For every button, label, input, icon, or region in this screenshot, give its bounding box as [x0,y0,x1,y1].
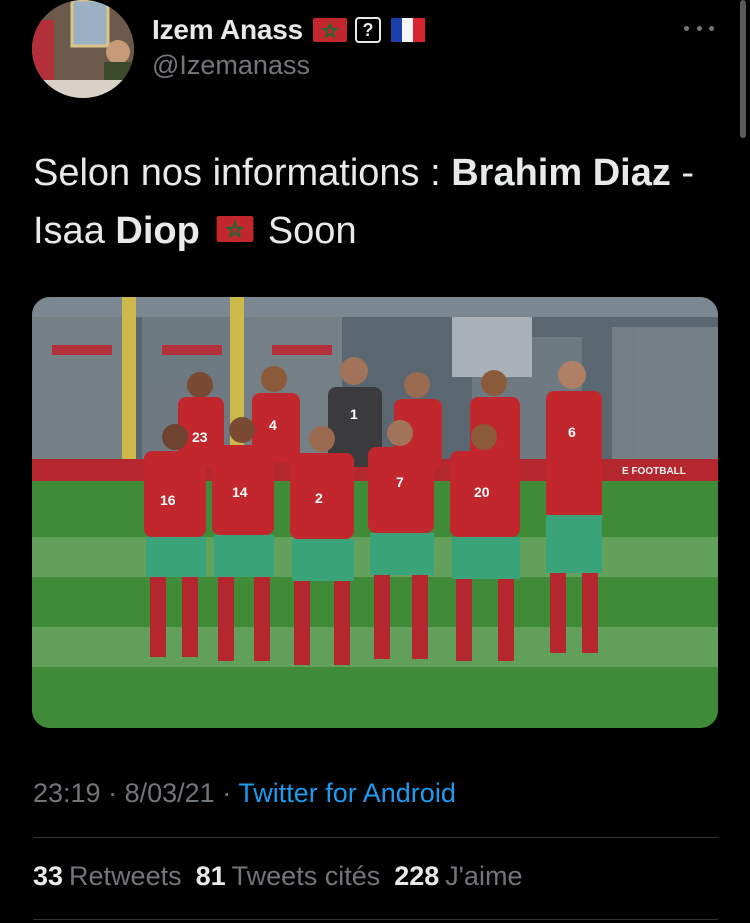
jersey-number: 23 [192,429,208,445]
retweets-label: Retweets [69,861,182,891]
unknown-emoji-icon: ? [355,17,382,43]
scrollbar[interactable] [740,0,746,138]
tweet-text: Selon nos informations : Brahim Diaz - I… [33,144,723,260]
tweet-date[interactable]: 8/03/21 [125,778,215,808]
tweet-suffix: Soon [267,210,357,252]
quotes-label: Tweets cités [231,861,381,891]
name-row: Izem Anass ? [152,12,426,48]
tweet-source-link[interactable]: Twitter for Android [238,778,456,808]
jersey-number: 14 [232,484,248,500]
pitch-board-text: E FOOTBALL [622,466,686,477]
jersey-number: 2 [315,490,323,506]
quotes-count: 81 [195,861,226,891]
morocco-flag-icon [313,18,348,42]
retweets-count: 33 [33,861,64,891]
jersey-number: 1 [350,406,358,422]
handle[interactable]: @Izemanass [152,50,425,81]
likes-stat[interactable]: 228 J'aime [394,861,522,892]
tweet-time[interactable]: 23:19 [33,778,101,808]
more-options-icon[interactable] [684,18,714,38]
retweets-stat[interactable]: 33 Retweets [33,861,182,892]
divider [33,837,718,838]
tweet-name1: Brahim Diaz [451,152,671,194]
likes-label: J'aime [445,861,523,891]
separator: · [222,778,232,808]
avatar[interactable] [32,0,134,98]
jersey-number: 16 [160,492,176,508]
tweet-stats: 33 Retweets 81 Tweets cités 228 J'aime [33,861,522,892]
tweet-name2: Diop [115,210,200,252]
divider [33,919,718,920]
quotes-stat[interactable]: 81 Tweets cités [196,861,381,892]
jersey-number: 7 [396,474,404,490]
jersey-number: 6 [568,424,576,440]
tweet-image[interactable]: E FOOTBALL 23 4 1 6 16 14 2 7 20 [32,297,718,728]
display-name[interactable]: Izem Anass [152,14,303,46]
user-block: Izem Anass ? @Izemanass [152,12,426,81]
jersey-number: 20 [474,484,490,500]
separator: · [108,778,118,808]
morocco-flag-icon [216,215,254,242]
likes-count: 228 [394,861,440,891]
france-flag-icon [391,18,426,42]
jersey-number: 4 [269,417,277,433]
tweet-prefix: Selon nos informations : [33,152,452,194]
tweet-timestamp: 23:19 · 8/03/21 · Twitter for Android [33,778,456,809]
